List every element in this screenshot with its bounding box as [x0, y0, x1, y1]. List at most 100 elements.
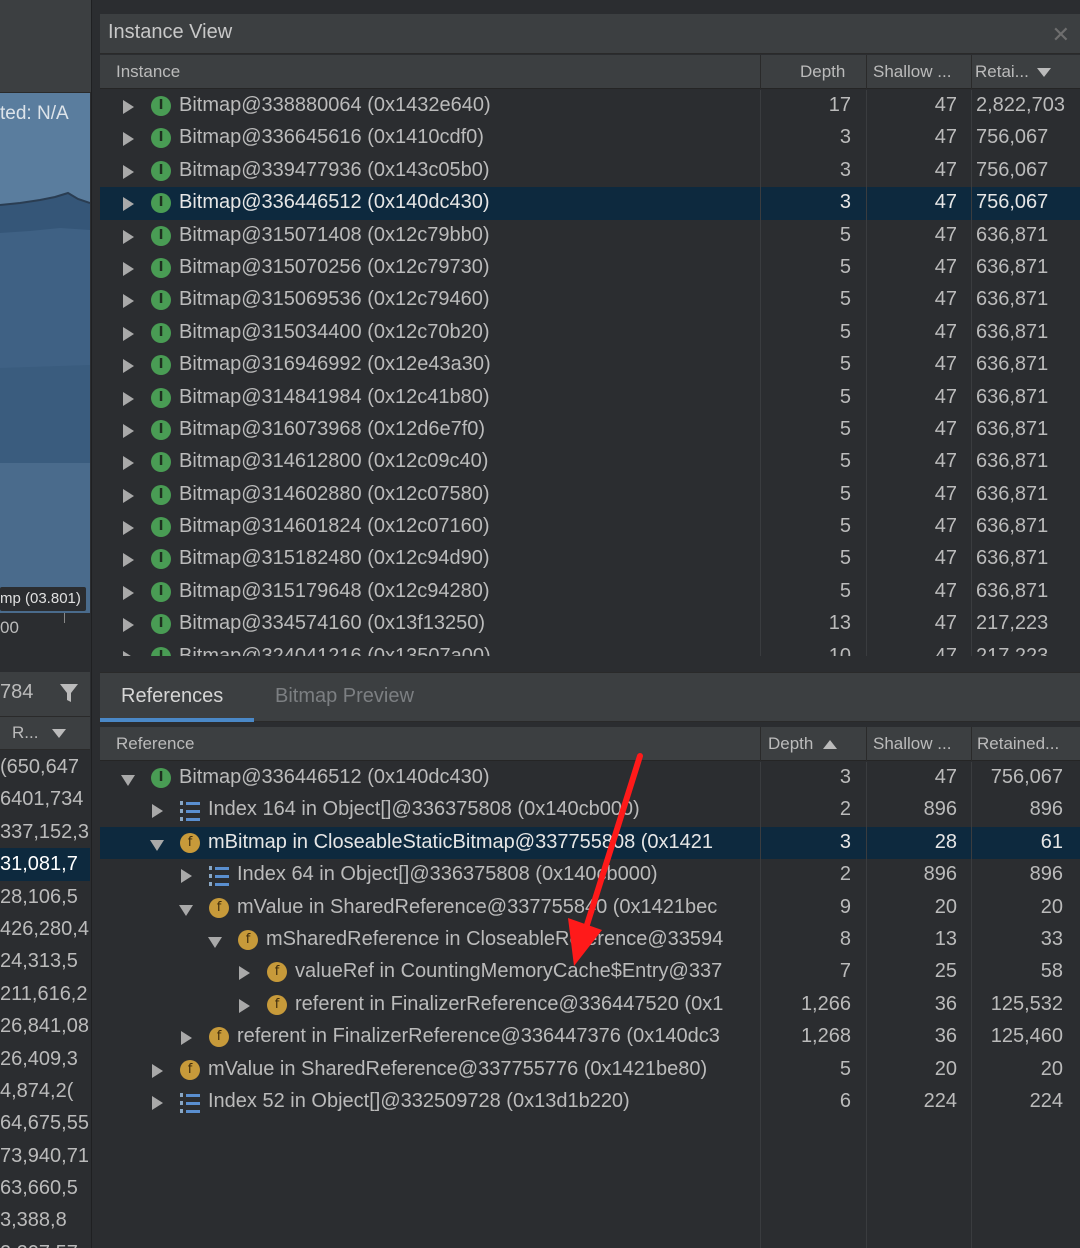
class-row[interactable]: 31,081,7 [0, 848, 90, 881]
depth-column-header[interactable]: Depth [800, 62, 845, 82]
instance-row[interactable]: I Bitmap@316946992 (0x12e43a30) 5 47 636,871 [100, 349, 1080, 381]
class-row[interactable]: 4,874,2( [0, 1075, 90, 1107]
reference-row[interactable]: f referent in FinalizerReference@33644752… [100, 989, 1080, 1021]
expand-arrow-icon[interactable] [123, 618, 134, 633]
expand-arrow-icon[interactable] [123, 164, 134, 179]
instance-row[interactable]: I Bitmap@315069536 (0x12c79460) 5 47 636,871 [100, 284, 1080, 316]
class-row[interactable]: 73,940,71 [0, 1140, 90, 1172]
class-row[interactable]: 28,106,5 [0, 881, 90, 913]
retained-column-header[interactable]: Retained... [977, 734, 1059, 754]
expand-arrow-icon[interactable] [152, 804, 163, 819]
instance-row[interactable]: I Bitmap@316073968 (0x12d6e7f0) 5 47 636,871 [100, 414, 1080, 446]
instance-row[interactable]: I Bitmap@336645616 (0x1410cdf0) 3 47 756,067 [100, 122, 1080, 154]
expand-arrow-icon[interactable] [123, 261, 134, 276]
instance-row[interactable]: I Bitmap@314602880 (0x12c07580) 5 47 636,871 [100, 479, 1080, 511]
expand-arrow-icon[interactable] [152, 1095, 163, 1110]
class-row[interactable]: 3,388,8 [0, 1204, 90, 1236]
instance-row[interactable]: I Bitmap@339477936 (0x143c05b0) 3 47 756,067 [100, 155, 1080, 187]
reference-column-header[interactable]: Reference [116, 734, 194, 754]
tab-bitmap-preview[interactable]: Bitmap Preview [275, 685, 414, 708]
shallow-cell: 47 [934, 126, 957, 149]
expand-arrow-icon[interactable] [123, 650, 134, 656]
reference-row[interactable]: Index 52 in Object[]@332509728 (0x13d1b2… [100, 1086, 1080, 1118]
expand-arrow-icon[interactable] [152, 1063, 163, 1078]
shallow-cell: 896 [923, 863, 957, 886]
instance-name: Bitmap@316946992 (0x12e43a30) [179, 353, 491, 376]
class-row[interactable]: (650,647 [0, 751, 90, 783]
expand-arrow-icon[interactable] [123, 197, 134, 212]
collapse-arrow-icon[interactable] [121, 775, 135, 786]
class-row[interactable]: 64,675,55 [0, 1107, 90, 1139]
collapse-arrow-icon[interactable] [179, 904, 193, 916]
instance-row[interactable]: I Bitmap@336446512 (0x140dc430) 3 47 756,067 [100, 187, 1080, 220]
expand-arrow-icon[interactable] [239, 966, 250, 981]
detail-tabs: References Bitmap Preview [100, 672, 1080, 722]
instance-icon: I [151, 225, 171, 246]
class-row[interactable]: 337,152,3 [0, 816, 90, 848]
expand-arrow-icon[interactable] [123, 553, 134, 568]
instance-row[interactable]: I Bitmap@315182480 (0x12c94d90) 5 47 636,871 [100, 543, 1080, 575]
instance-row[interactable]: I Bitmap@314612800 (0x12c09c40) 5 47 636,871 [100, 446, 1080, 478]
instance-row[interactable]: I Bitmap@314841984 (0x12c41b80) 5 47 636,871 [100, 382, 1080, 414]
depth-column-header[interactable]: Depth [768, 734, 838, 754]
shallow-column-header[interactable]: Shallow ... [873, 734, 951, 754]
reference-row[interactable]: f referent in FinalizerReference@33644737… [100, 1021, 1080, 1053]
tab-references[interactable]: References [121, 685, 223, 708]
close-icon[interactable]: ✕ [1052, 22, 1070, 48]
memory-chart[interactable]: ted: N/A [0, 93, 90, 613]
class-row[interactable]: 26,841,08 [0, 1010, 90, 1042]
instance-row[interactable]: I Bitmap@334574160 (0x13f13250) 13 47 217,22… [100, 608, 1080, 640]
collapse-arrow-icon[interactable] [208, 936, 222, 948]
instance-icon: I [151, 96, 171, 116]
shallow-column-header[interactable]: Shallow ... [873, 62, 951, 82]
retained-cell: 58 [1040, 960, 1063, 983]
class-list: (650,647 6401,734 337,152,3 31,081,7 28,106,… [0, 751, 90, 1248]
retained-column-header[interactable]: R... [0, 716, 90, 750]
instance-row[interactable]: I Bitmap@315179648 (0x12c94280) 5 47 636,871 [100, 576, 1080, 608]
expand-arrow-icon[interactable] [123, 359, 134, 374]
class-row[interactable]: 426,280,4 [0, 913, 90, 945]
class-row[interactable]: 26,409,3 [0, 1043, 90, 1075]
expand-arrow-icon[interactable] [123, 326, 134, 341]
retained-cell: 636,871 [976, 547, 1049, 570]
expand-arrow-icon[interactable] [123, 100, 134, 114]
column-gridline [760, 90, 761, 656]
expand-arrow-icon[interactable] [181, 1031, 192, 1046]
expand-arrow-icon[interactable] [123, 456, 134, 471]
instance-row[interactable]: I Bitmap@315071408 (0x12c79bb0) 5 47 636,871 [100, 220, 1080, 252]
expand-arrow-icon[interactable] [123, 391, 134, 406]
column-gridline [866, 90, 867, 656]
class-row[interactable]: 63,660,5 [0, 1172, 90, 1204]
expand-arrow-icon[interactable] [123, 521, 134, 536]
reference-row[interactable]: f mValue in SharedReference@337755776 (0x… [100, 1054, 1080, 1086]
expand-arrow-icon[interactable] [123, 585, 134, 600]
depth-cell: 5 [839, 353, 851, 376]
expand-arrow-icon[interactable] [123, 488, 134, 503]
instance-column-header[interactable]: Instance [116, 62, 180, 82]
expand-arrow-icon[interactable] [239, 998, 250, 1013]
class-row[interactable]: 6401,734 [0, 783, 90, 815]
retained-column-header[interactable]: Retai... [975, 62, 1051, 82]
expand-arrow-icon[interactable] [123, 132, 134, 147]
expand-arrow-icon[interactable] [123, 294, 134, 309]
instance-view-title-bar: Instance View ✕ [100, 14, 1080, 54]
class-row[interactable]: 211,616,2 [0, 978, 90, 1010]
depth-cell: 8 [839, 927, 851, 950]
expand-arrow-icon[interactable] [181, 869, 192, 884]
filter-icon[interactable] [58, 682, 80, 704]
depth-cell: 5 [839, 320, 851, 343]
instance-row[interactable]: I Bitmap@314601824 (0x12c07160) 5 47 636,871 [100, 511, 1080, 543]
field-icon: f [180, 1059, 200, 1080]
expand-arrow-icon[interactable] [123, 423, 134, 438]
retained-cell: 217,223 [976, 612, 1049, 635]
instance-row[interactable]: I Bitmap@315034400 (0x12c70b20) 5 47 636,871 [100, 317, 1080, 349]
class-row[interactable]: 24,313,5 [0, 945, 90, 977]
expand-arrow-icon[interactable] [123, 229, 134, 244]
depth-cell: 5 [839, 579, 851, 602]
class-row[interactable]: 2,207,57 [0, 1237, 90, 1248]
instance-row[interactable]: I Bitmap@338880064 (0x1432e640) 17 47 2,822,… [100, 90, 1080, 122]
depth-cell: 5 [839, 288, 851, 311]
collapse-arrow-icon[interactable] [150, 839, 164, 851]
instance-row[interactable]: I Bitmap@324041216 (0x13507a00) 10 47 217,22… [100, 641, 1080, 656]
instance-row[interactable]: I Bitmap@315070256 (0x12c79730) 5 47 636,871 [100, 252, 1080, 284]
